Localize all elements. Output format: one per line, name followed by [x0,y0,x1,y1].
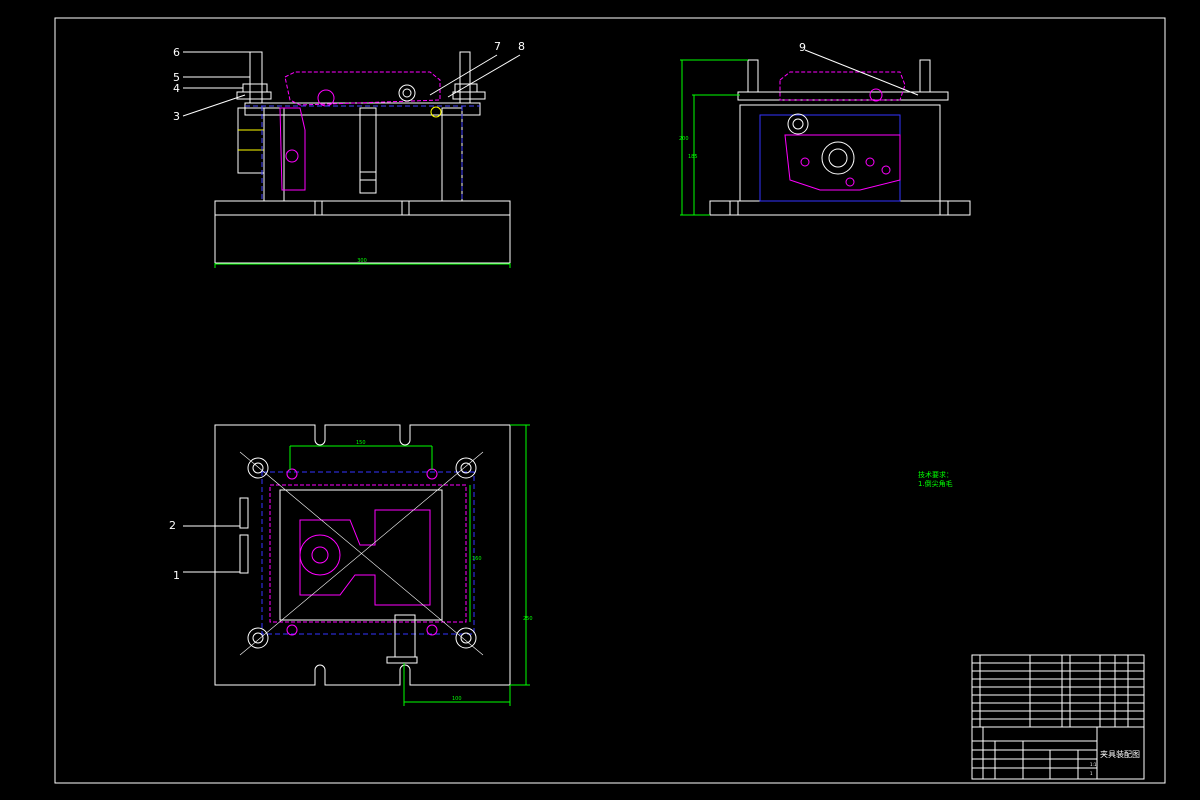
part-label-4: 4 [173,82,180,95]
cad-drawing-canvas: 300 6 5 4 3 7 8 200 185 9 150 160 250 10… [54,17,1166,784]
part-label-9: 9 [799,41,806,54]
drawing-border [54,17,1166,784]
top-outer-height-dimension: 250 [523,616,533,622]
drawing-scale: 1:1 [1090,762,1097,767]
tech-requirements-item-1: 1.倒尖角毛 [918,479,953,488]
part-label-3: 3 [173,110,180,123]
top-bottom-offset-dimension: 100 [452,696,462,702]
part-label-7: 7 [494,40,501,53]
part-label-6: 6 [173,46,180,59]
title-block: 夹具装配图 1:1 1 [971,654,1145,780]
drawing-title: 夹具装配图 [1100,749,1140,759]
top-inner-width-dimension: 150 [356,440,366,446]
side-height-outer-dimension: 200 [679,136,689,142]
part-label-8: 8 [518,40,525,53]
front-view: 300 6 5 4 3 7 8 [173,40,525,268]
part-label-1: 1 [173,569,180,582]
top-inner-height-dimension: 160 [472,556,482,562]
side-height-inner-dimension: 185 [688,154,698,160]
side-view: 200 185 9 [679,41,971,216]
drawing-sheet: 1 [1090,771,1093,776]
part-label-2: 2 [169,519,176,532]
tech-requirements-heading: 技术要求： [918,470,953,479]
top-view: 150 160 250 100 2 1 [169,424,533,706]
front-width-dimension: 300 [357,258,367,264]
